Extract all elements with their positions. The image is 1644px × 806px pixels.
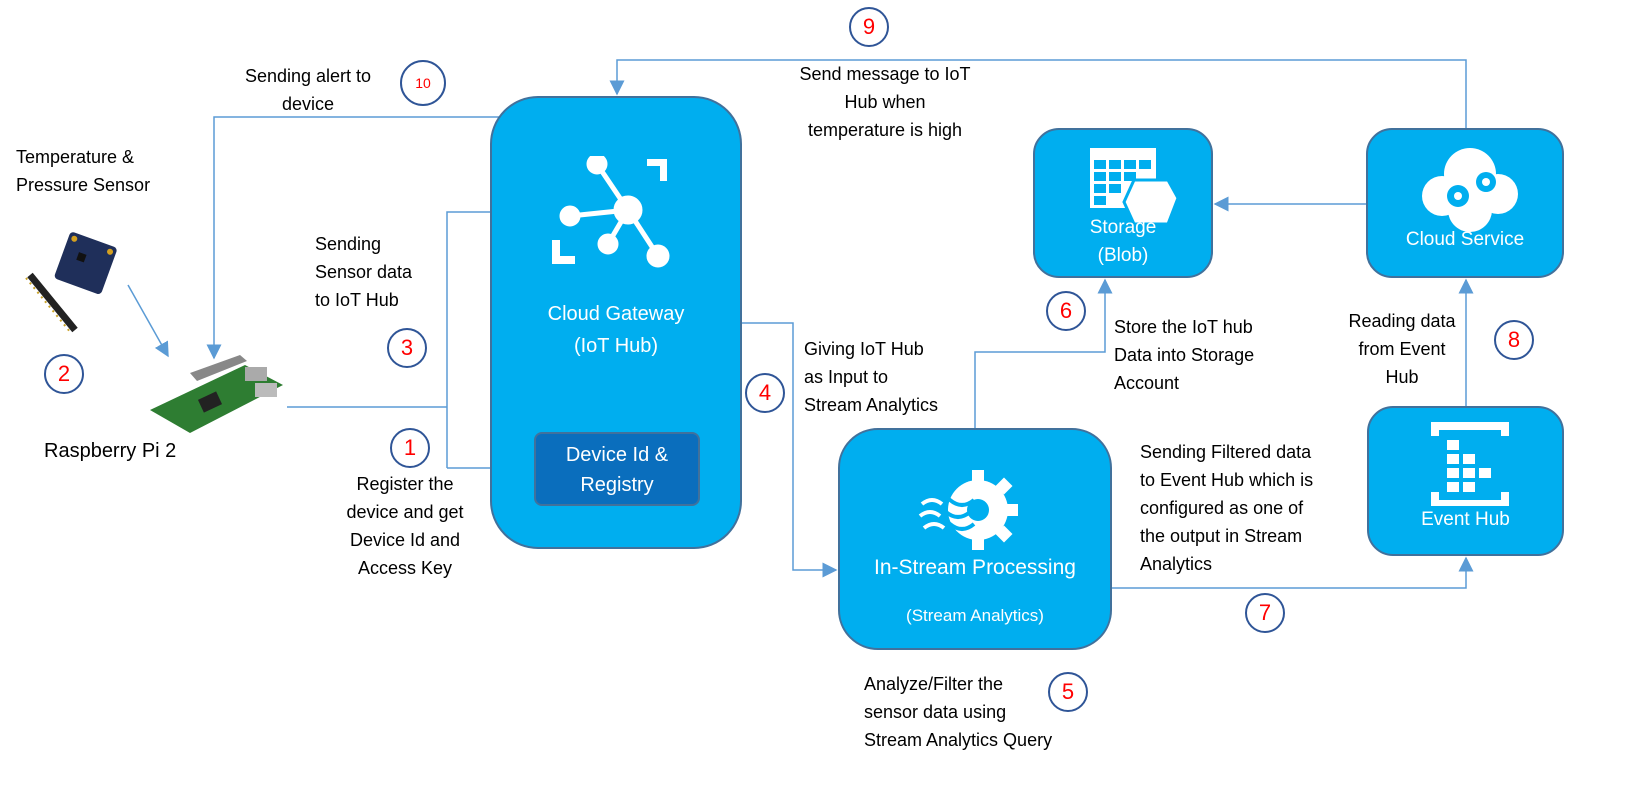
cloud-gears-icon: [1422, 148, 1518, 232]
event-hub-node[interactable]: Event Hub: [1367, 406, 1564, 556]
step-4: 4: [745, 373, 785, 413]
sensor-label: Temperature & Pressure Sensor: [16, 147, 151, 195]
step-7: 7: [1245, 593, 1285, 633]
raspberry-pi-image: [150, 355, 283, 433]
annotation-analyze: Analyze/Filter the sensor data using Strea…: [864, 674, 1053, 750]
registry-node[interactable]: Device Id & Registry: [534, 432, 700, 506]
annotation-send-message: Send message to IoT Hub when temperature i…: [799, 64, 971, 140]
stream-analytics-node[interactable]: In-Stream Processing (Stream Analytics): [838, 428, 1112, 650]
connector-sensor-pi: [127, 284, 169, 358]
step-5: 5: [1048, 672, 1088, 712]
annotation-store: Store the IoT hub Data into Storage Accoun…: [1114, 317, 1255, 393]
step-1: 1: [390, 428, 430, 468]
connector-9: [609, 59, 1467, 128]
iot-architecture-diagram: Temperature & Pressure Sensor Raspberry P…: [0, 0, 1644, 806]
connector-6: [974, 278, 1113, 428]
event-hub-label: Event Hub: [1421, 509, 1510, 530]
step-10: 10: [400, 60, 446, 106]
registry-label: Device Id & Registry: [565, 444, 669, 496]
annotation-send-sensor: Sending Sensor data to IoT Hub: [315, 234, 413, 310]
event-hub-icon: [1431, 422, 1509, 506]
annotation-reading: Reading data from Event Hub: [1348, 311, 1456, 387]
iot-hub-label: Cloud Gateway (IoT Hub): [547, 303, 685, 357]
iot-hub-icon: [552, 156, 670, 268]
storage-node[interactable]: Storage (Blob): [1033, 128, 1213, 278]
step-9: 9: [849, 7, 889, 47]
annotation-filtered: Sending Filtered data to Event Hub which …: [1140, 442, 1314, 574]
pi-label: Raspberry Pi 2: [44, 440, 177, 462]
cloud-service-node[interactable]: Cloud Service: [1366, 128, 1564, 278]
annotation-alert: Sending alert to device: [244, 66, 372, 114]
step-8: 8: [1494, 320, 1534, 360]
stream-label-main: In-Stream Processing: [874, 556, 1076, 579]
step-3: 3: [387, 328, 427, 368]
step-6: 6: [1046, 291, 1086, 331]
step-2: 2: [44, 354, 84, 394]
cloud-service-label: Cloud Service: [1405, 229, 1525, 250]
stream-analytics-icon: [918, 470, 1018, 550]
storage-label: Storage (Blob): [1089, 217, 1157, 266]
sensor-image: [25, 232, 117, 334]
annotation-giving: Giving IoT Hub as Input to Stream Analytic…: [804, 339, 939, 415]
stream-label-sub: (Stream Analytics): [906, 606, 1044, 625]
annotation-register: Register the device and get Device Id and A…: [346, 474, 464, 578]
